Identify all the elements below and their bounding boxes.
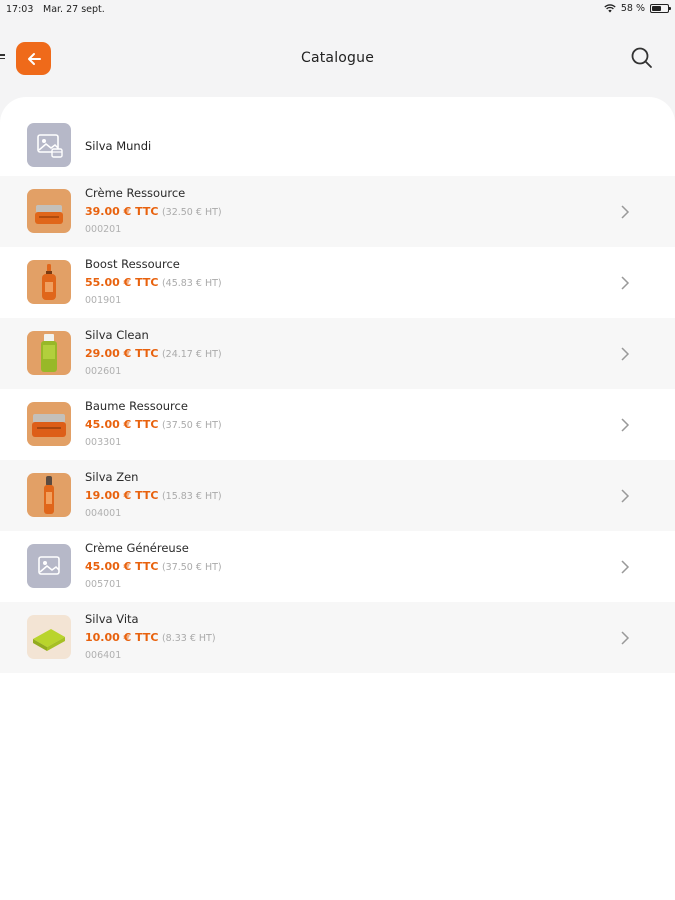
brand-thumbnail xyxy=(27,123,71,167)
chevron-right-icon xyxy=(621,489,630,503)
price-ht: (32.50 € HT) xyxy=(161,207,222,218)
status-bar: 17:03 Mar. 27 sept. 58 % xyxy=(0,0,675,20)
dropper-bottle-product-image xyxy=(27,260,71,304)
price-ttc: 45.00 € TTC xyxy=(85,418,159,431)
price-ht: (37.50 € HT) xyxy=(161,562,222,573)
brand-name: Silva Mundi xyxy=(85,139,152,153)
product-price: 45.00 € TTC (37.50 € HT) xyxy=(85,560,222,573)
product-list: Crème Ressource 39.00 € TTC (32.50 € HT)… xyxy=(0,176,675,673)
product-ref: 005701 xyxy=(85,579,122,590)
catalogue-sheet: Silva Mundi Crème Ressource 39.00 € TTC … xyxy=(0,97,675,900)
chevron-right-icon xyxy=(621,631,630,645)
product-row[interactable]: Baume Ressource 45.00 € TTC (37.50 € HT)… xyxy=(0,389,675,460)
wifi-icon xyxy=(604,4,616,13)
product-price: 55.00 € TTC (45.83 € HT) xyxy=(85,276,222,289)
soap-bar-product-image xyxy=(27,615,71,659)
price-ht: (8.33 € HT) xyxy=(161,633,216,644)
status-date: Mar. 27 sept. xyxy=(43,4,105,15)
product-thumbnail xyxy=(27,473,71,517)
status-right: 58 % xyxy=(604,3,671,14)
product-ref: 000201 xyxy=(85,224,122,235)
price-ttc: 39.00 € TTC xyxy=(85,205,159,218)
price-ttc: 10.00 € TTC xyxy=(85,631,159,644)
chevron-right-icon xyxy=(621,418,630,432)
price-ht: (37.50 € HT) xyxy=(161,420,222,431)
price-ht: (24.17 € HT) xyxy=(161,349,222,360)
product-thumbnail xyxy=(27,615,71,659)
product-row[interactable]: Silva Vita 10.00 € TTC (8.33 € HT) 00640… xyxy=(0,602,675,673)
battery-percent: 58 % xyxy=(620,3,645,14)
product-name: Baume Ressource xyxy=(85,399,188,413)
product-name: Silva Vita xyxy=(85,612,139,626)
chevron-right-icon xyxy=(621,276,630,290)
product-ref: 004001 xyxy=(85,508,122,519)
product-ref: 002601 xyxy=(85,366,122,377)
price-ttc: 29.00 € TTC xyxy=(85,347,159,360)
product-name: Silva Zen xyxy=(85,470,139,484)
search-icon xyxy=(631,47,652,68)
product-price: 10.00 € TTC (8.33 € HT) xyxy=(85,631,216,644)
product-thumbnail xyxy=(27,402,71,446)
product-price: 39.00 € TTC (32.50 € HT) xyxy=(85,205,222,218)
product-ref: 001901 xyxy=(85,295,122,306)
product-thumbnail xyxy=(27,544,71,588)
price-ht: (45.83 € HT) xyxy=(161,278,222,289)
balm-tin-product-image xyxy=(27,402,71,446)
product-ref: 006401 xyxy=(85,650,122,661)
product-name: Boost Ressource xyxy=(85,257,180,271)
product-thumbnail xyxy=(27,260,71,304)
product-price: 29.00 € TTC (24.17 € HT) xyxy=(85,347,222,360)
product-price: 19.00 € TTC (15.83 € HT) xyxy=(85,489,222,502)
product-thumbnail xyxy=(27,189,71,233)
jar-product-image xyxy=(27,189,71,233)
product-row[interactable]: Crème Généreuse 45.00 € TTC (37.50 € HT)… xyxy=(0,531,675,602)
product-name: Silva Clean xyxy=(85,328,149,342)
product-name: Crème Généreuse xyxy=(85,541,189,555)
page-title: Catalogue xyxy=(300,50,375,66)
brand-row[interactable]: Silva Mundi xyxy=(0,119,675,175)
price-ttc: 45.00 € TTC xyxy=(85,560,159,573)
top-bar: Catalogue xyxy=(0,20,675,98)
product-row[interactable]: Silva Zen 19.00 € TTC (15.83 € HT) 00400… xyxy=(0,460,675,531)
chevron-right-icon xyxy=(621,560,630,574)
green-bottle-product-image xyxy=(27,331,71,375)
image-placeholder-icon xyxy=(38,556,60,575)
product-ref: 003301 xyxy=(85,437,122,448)
price-ht: (15.83 € HT) xyxy=(161,491,222,502)
battery-icon xyxy=(650,4,671,13)
chevron-right-icon xyxy=(621,205,630,219)
status-time: 17:03 xyxy=(6,4,34,15)
price-ttc: 55.00 € TTC xyxy=(85,276,159,289)
product-row[interactable]: Crème Ressource 39.00 € TTC (32.50 € HT)… xyxy=(0,176,675,247)
product-row[interactable]: Silva Clean 29.00 € TTC (24.17 € HT) 002… xyxy=(0,318,675,389)
chevron-right-icon xyxy=(621,347,630,361)
price-ttc: 19.00 € TTC xyxy=(85,489,159,502)
search-button[interactable] xyxy=(629,45,655,71)
product-thumbnail xyxy=(27,331,71,375)
image-placeholder-icon xyxy=(37,134,63,158)
product-price: 45.00 € TTC (37.50 € HT) xyxy=(85,418,222,431)
product-name: Crème Ressource xyxy=(85,186,186,200)
product-row[interactable]: Boost Ressource 55.00 € TTC (45.83 € HT)… xyxy=(0,247,675,318)
roller-bottle-product-image xyxy=(27,473,71,517)
